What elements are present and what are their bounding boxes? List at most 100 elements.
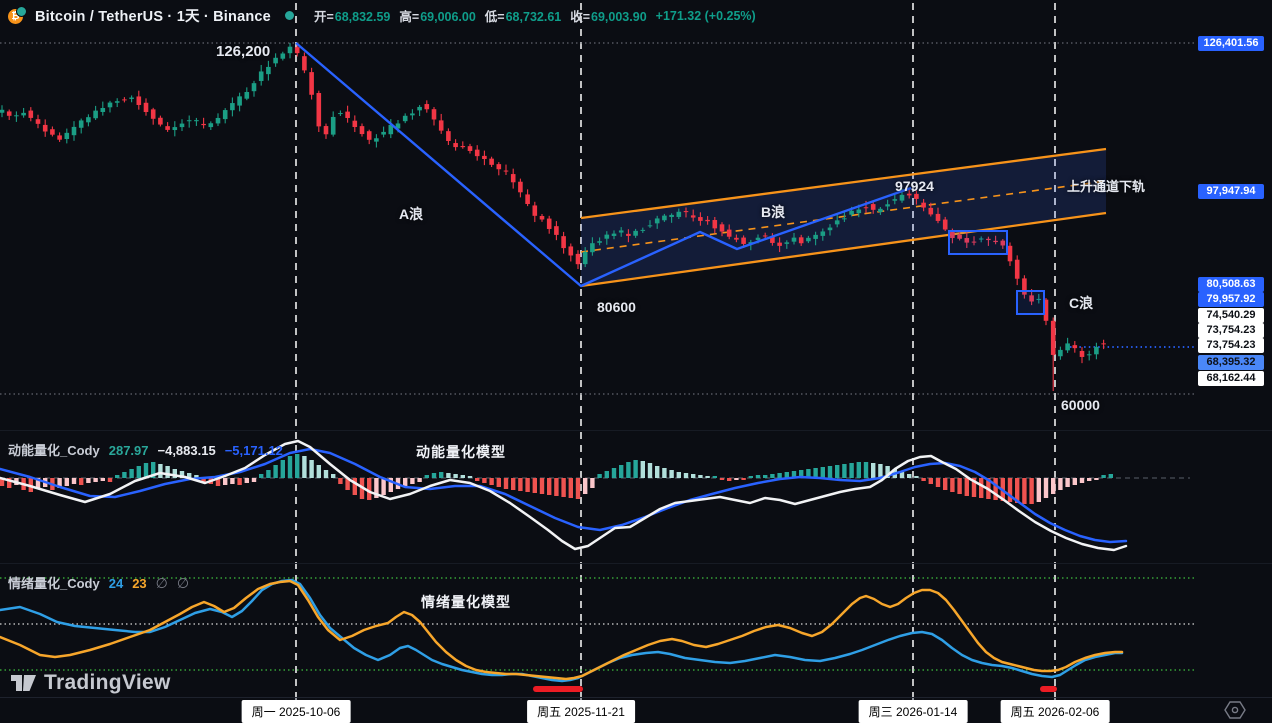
candle-body <box>101 108 106 112</box>
oversold-mark <box>533 686 583 692</box>
ohlc-values: 开=68,832.59 高=69,006.00 低=68,732.61 收=69… <box>314 6 756 25</box>
candle-body <box>173 127 178 130</box>
sentiment-orange-line <box>0 581 1122 679</box>
candle-body <box>273 58 278 64</box>
candle-body <box>533 205 538 215</box>
momentum-histogram-bar <box>79 478 83 485</box>
candle-body <box>158 118 163 125</box>
candle-body <box>1080 351 1085 357</box>
momentum-histogram-bar <box>554 478 558 496</box>
candle-body <box>1008 246 1013 261</box>
bitcoin-icon: ₿ <box>8 6 27 25</box>
candle-body <box>756 238 761 240</box>
momentum-histogram-bar <box>684 473 688 478</box>
candle-body <box>345 112 350 118</box>
momentum-histogram-bar <box>1058 478 1062 490</box>
symbol-title[interactable]: Bitcoin / TetherUS · 1天 · Binance <box>35 5 271 26</box>
candle-body <box>741 238 746 244</box>
candle-body <box>929 208 934 215</box>
candle-body <box>410 113 415 115</box>
time-axis-label: 周五 2026-02-06 <box>1001 700 1110 723</box>
candle-body <box>180 124 185 128</box>
channel-fill <box>581 149 1106 286</box>
momentum-histogram-bar <box>410 478 414 484</box>
momentum-histogram-bar <box>122 472 126 478</box>
sentiment-indicator-header[interactable]: 情绪量化_Cody 24 23 ∅ ∅ <box>8 573 189 592</box>
tradingview-logo[interactable]: TradingView <box>10 671 171 695</box>
candle-body <box>842 218 847 219</box>
momentum-histogram-bar <box>65 478 69 486</box>
candle-body <box>252 83 257 91</box>
momentum-histogram-bar <box>597 474 601 478</box>
candle-body <box>57 135 62 139</box>
momentum-histogram-bar <box>403 478 407 486</box>
candle-body <box>425 104 430 109</box>
candle-body <box>936 214 941 221</box>
open-value: 68,832.59 <box>335 10 391 24</box>
candle-body <box>65 133 70 139</box>
momentum-histogram-bar <box>943 478 947 490</box>
momentum-histogram-bar <box>1051 478 1055 494</box>
momentum-histogram-bar <box>770 474 774 478</box>
momentum-indicator-header[interactable]: 动能量化_Cody 287.97 −4,883.15 −5,171.12 <box>8 440 283 459</box>
candle-body <box>849 211 854 215</box>
momentum-model-label: 动能量化模型 <box>416 442 506 462</box>
candle-body <box>1094 347 1099 355</box>
annotation-wave-b-peak-label: 97924 <box>895 178 934 194</box>
sentiment-indicator-title[interactable]: 情绪量化_Cody <box>8 573 100 592</box>
candle-body <box>317 93 322 126</box>
momentum-histogram-bar <box>504 478 508 489</box>
momentum-histogram-bar <box>489 478 493 485</box>
candle-body <box>669 215 674 217</box>
tradingview-logo-icon <box>10 672 37 694</box>
candle-body <box>86 117 91 122</box>
candle-body <box>605 235 610 239</box>
candle-body <box>885 204 890 206</box>
price-axis-label: 97,947.94 <box>1198 184 1264 199</box>
momentum-histogram-bar <box>129 469 133 478</box>
candle-body <box>209 123 214 127</box>
sentiment-value-blue: 24 <box>109 576 123 591</box>
candle-body <box>144 103 149 112</box>
candle-body <box>353 121 358 127</box>
candle-body <box>151 109 156 118</box>
candle-body <box>36 119 41 124</box>
momentum-histogram-bar <box>432 473 436 478</box>
panel-divider <box>0 430 1272 431</box>
momentum-histogram-bar <box>540 478 544 494</box>
candle-body <box>590 243 595 252</box>
momentum-histogram-bar <box>662 468 666 478</box>
candle-body <box>1015 260 1020 279</box>
ascending-channel <box>581 149 1106 286</box>
candle-body <box>792 238 797 242</box>
candle-body <box>302 56 307 70</box>
candle-body <box>504 171 509 172</box>
candle-body <box>799 237 804 243</box>
momentum-histogram-bar <box>1087 478 1091 481</box>
candle-body <box>439 120 444 130</box>
annotation-wave-a-label: A浪 <box>399 204 423 224</box>
candle-body <box>446 131 451 141</box>
momentum-histogram-bar <box>590 478 594 488</box>
momentum-histogram-bar <box>914 476 918 478</box>
candle-body <box>734 238 739 240</box>
price-axis-label: 68,162.44 <box>1198 371 1264 386</box>
momentum-histogram-bar <box>266 470 270 478</box>
momentum-histogram-bar <box>309 460 313 478</box>
chart-canvas[interactable] <box>0 0 1272 723</box>
momentum-histogram-bar <box>936 478 940 487</box>
momentum-histogram-bar <box>734 478 738 480</box>
momentum-indicator-title[interactable]: 动能量化_Cody <box>8 440 100 459</box>
candles <box>0 43 1106 391</box>
candle-body <box>813 235 818 239</box>
momentum-histogram-bar <box>165 466 169 478</box>
candle-body <box>511 174 516 182</box>
axis-settings-icon[interactable] <box>1224 700 1246 720</box>
candle-body <box>194 120 199 121</box>
momentum-histogram-bar <box>626 462 630 478</box>
market-status-dot-icon[interactable] <box>285 11 294 20</box>
momentum-histogram-bar <box>302 456 306 478</box>
momentum-histogram-bar <box>749 476 753 478</box>
open-label: 开= <box>314 10 334 24</box>
candle-body <box>763 235 768 236</box>
